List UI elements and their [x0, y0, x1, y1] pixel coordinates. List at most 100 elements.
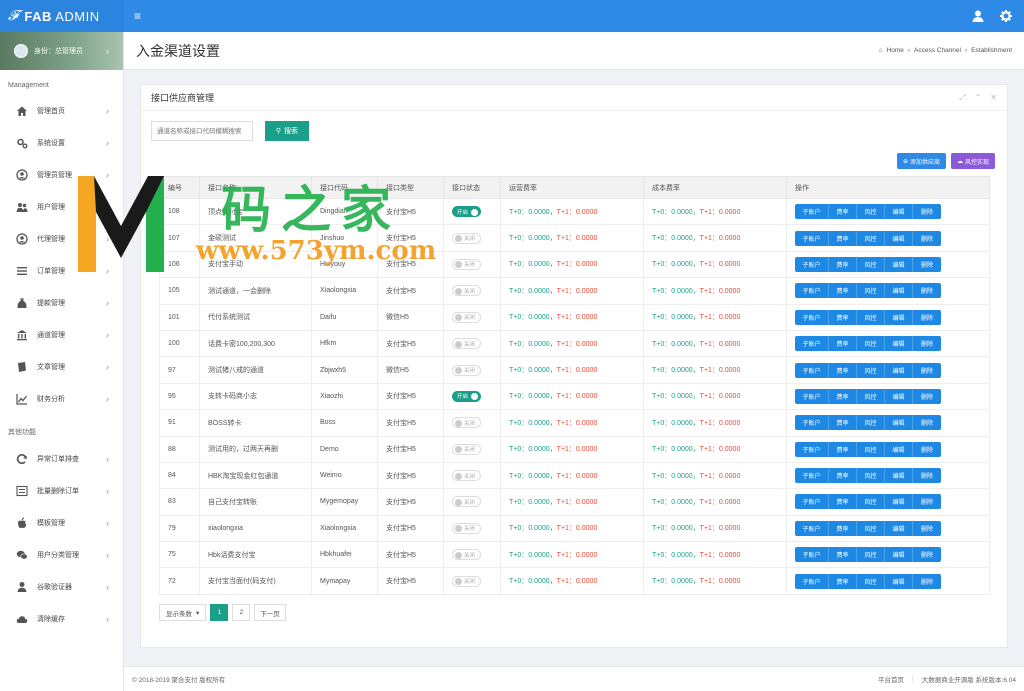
- status-toggle[interactable]: 关闭: [452, 311, 481, 323]
- op-button[interactable]: 子账户: [795, 309, 829, 325]
- op-button[interactable]: 删除: [913, 230, 941, 246]
- menu-toggle-icon[interactable]: ≡: [134, 9, 141, 23]
- op-button[interactable]: 编辑: [885, 388, 913, 404]
- op-button[interactable]: 子账户: [795, 388, 829, 404]
- op-button[interactable]: 风控: [857, 336, 885, 352]
- status-toggle[interactable]: 关闭: [452, 575, 481, 587]
- op-button[interactable]: 子账户: [795, 415, 829, 431]
- op-button[interactable]: 费率: [829, 256, 857, 272]
- op-button[interactable]: 费率: [829, 309, 857, 325]
- op-button[interactable]: 编辑: [885, 309, 913, 325]
- op-button[interactable]: 删除: [913, 256, 941, 272]
- op-button[interactable]: 风控: [857, 256, 885, 272]
- op-button[interactable]: 风控: [857, 283, 885, 299]
- op-button[interactable]: 费率: [829, 494, 857, 510]
- page-size-select[interactable]: 显示条数 ▾: [159, 604, 207, 621]
- op-button[interactable]: 风控: [857, 573, 885, 589]
- status-toggle[interactable]: 关闭: [452, 364, 481, 376]
- op-button[interactable]: 删除: [913, 309, 941, 325]
- op-button[interactable]: 子账户: [795, 573, 829, 589]
- sidebar-item[interactable]: 管理首页 ›: [0, 95, 123, 127]
- op-button[interactable]: 子账户: [795, 468, 829, 484]
- status-toggle[interactable]: 关闭: [452, 522, 481, 534]
- op-button[interactable]: 风控: [857, 362, 885, 378]
- op-button[interactable]: 费率: [829, 520, 857, 536]
- sidebar-item[interactable]: 异常订单排查 ›: [0, 443, 123, 475]
- op-button[interactable]: 费率: [829, 468, 857, 484]
- status-toggle[interactable]: 关闭: [452, 549, 481, 561]
- add-supplier-button[interactable]: ⊕ 添加供应商: [896, 153, 946, 169]
- op-button[interactable]: 子账户: [795, 256, 829, 272]
- sidebar-item[interactable]: 用户管理 ›: [0, 191, 123, 223]
- op-button[interactable]: 删除: [913, 388, 941, 404]
- op-button[interactable]: 编辑: [885, 362, 913, 378]
- op-button[interactable]: 删除: [913, 547, 941, 563]
- expand-icon[interactable]: ⤢: [959, 93, 965, 103]
- platform-home-link[interactable]: 平台首页: [878, 674, 904, 684]
- op-button[interactable]: 子账户: [795, 520, 829, 536]
- gear-icon[interactable]: [1000, 10, 1012, 22]
- user-icon[interactable]: [972, 10, 984, 22]
- status-toggle[interactable]: 关闭: [452, 417, 481, 429]
- op-button[interactable]: 编辑: [885, 415, 913, 431]
- op-button[interactable]: 风控: [857, 494, 885, 510]
- status-toggle[interactable]: 关闭: [452, 496, 481, 508]
- sidebar-item[interactable]: 订单管理 ›: [0, 255, 123, 287]
- op-button[interactable]: 风控: [857, 309, 885, 325]
- op-button[interactable]: 费率: [829, 547, 857, 563]
- op-button[interactable]: 子账户: [795, 547, 829, 563]
- op-button[interactable]: 编辑: [885, 547, 913, 563]
- sidebar-item[interactable]: 用户分类管理 ›: [0, 539, 123, 571]
- op-button[interactable]: 删除: [913, 494, 941, 510]
- op-button[interactable]: 编辑: [885, 573, 913, 589]
- sidebar-item[interactable]: 通道管理 ›: [0, 319, 123, 351]
- page-1[interactable]: 1: [210, 604, 229, 621]
- op-button[interactable]: 编辑: [885, 256, 913, 272]
- op-button[interactable]: 费率: [829, 388, 857, 404]
- sidebar-item[interactable]: 清除缓存 ›: [0, 603, 123, 635]
- op-button[interactable]: 删除: [913, 520, 941, 536]
- op-button[interactable]: 费率: [829, 441, 857, 457]
- op-button[interactable]: 子账户: [795, 283, 829, 299]
- op-button[interactable]: 费率: [829, 362, 857, 378]
- op-button[interactable]: 删除: [913, 362, 941, 378]
- op-button[interactable]: 编辑: [885, 520, 913, 536]
- op-button[interactable]: 费率: [829, 573, 857, 589]
- op-button[interactable]: 风控: [857, 547, 885, 563]
- op-button[interactable]: 删除: [913, 468, 941, 484]
- op-button[interactable]: 删除: [913, 204, 941, 220]
- page-2[interactable]: 2: [232, 604, 251, 621]
- status-toggle[interactable]: 关闭: [452, 338, 481, 350]
- op-button[interactable]: 费率: [829, 415, 857, 431]
- status-toggle[interactable]: 关闭: [452, 232, 481, 244]
- sidebar-item[interactable]: 模板管理 ›: [0, 507, 123, 539]
- op-button[interactable]: 子账户: [795, 494, 829, 510]
- close-icon[interactable]: ✕: [990, 93, 997, 103]
- next-page[interactable]: 下一页: [254, 604, 286, 621]
- op-button[interactable]: 编辑: [885, 441, 913, 457]
- op-button[interactable]: 费率: [829, 204, 857, 220]
- op-button[interactable]: 删除: [913, 441, 941, 457]
- op-button[interactable]: 编辑: [885, 468, 913, 484]
- status-toggle[interactable]: 开启: [452, 206, 481, 218]
- search-input[interactable]: [151, 121, 253, 141]
- sidebar-item[interactable]: 批量删除订单 ›: [0, 475, 123, 507]
- op-button[interactable]: 风控: [857, 388, 885, 404]
- sidebar-item[interactable]: 系统设置 ›: [0, 127, 123, 159]
- profile-panel[interactable]: 身份：总管理员 ›: [0, 32, 123, 70]
- op-button[interactable]: 编辑: [885, 494, 913, 510]
- sidebar-item[interactable]: 提款管理 ›: [0, 287, 123, 319]
- status-toggle[interactable]: 关闭: [452, 285, 481, 297]
- brand[interactable]: 𝓕 FAB ADMIN: [0, 0, 124, 32]
- status-toggle[interactable]: 关闭: [452, 258, 481, 270]
- sidebar-item[interactable]: 文章管理 ›: [0, 351, 123, 383]
- op-button[interactable]: 费率: [829, 283, 857, 299]
- op-button[interactable]: 删除: [913, 415, 941, 431]
- op-button[interactable]: 删除: [913, 573, 941, 589]
- op-button[interactable]: 编辑: [885, 283, 913, 299]
- status-toggle[interactable]: 关闭: [452, 470, 481, 482]
- sidebar-item[interactable]: 财务分析 ›: [0, 383, 123, 415]
- op-button[interactable]: 子账户: [795, 204, 829, 220]
- op-button[interactable]: 编辑: [885, 230, 913, 246]
- op-button[interactable]: 费率: [829, 230, 857, 246]
